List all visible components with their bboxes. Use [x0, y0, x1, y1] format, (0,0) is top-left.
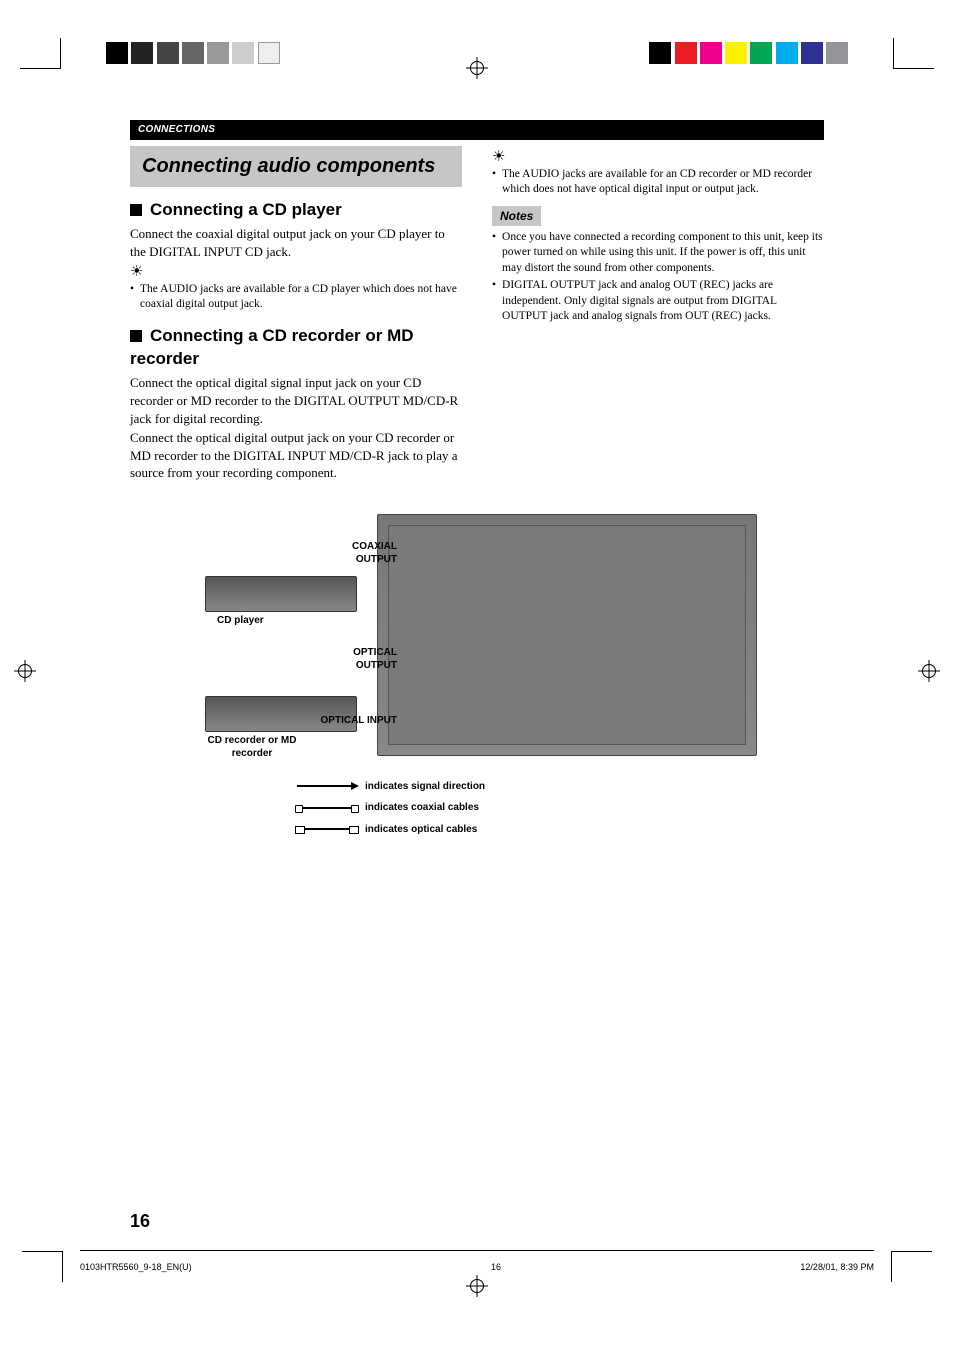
chip-yellow [725, 42, 747, 64]
crop-mark-bottom-left [22, 1251, 63, 1282]
label-coaxial-output: COAXIAL OUTPUT [317, 540, 397, 567]
tip-text: The AUDIO jacks are available for an CD … [502, 167, 824, 198]
color-chips [649, 42, 848, 69]
legend-coax-icon [297, 807, 357, 809]
tip-bullet-cd-player: •The AUDIO jacks are available for a CD … [130, 282, 462, 313]
cal-left-group [0, 42, 280, 69]
heading-text: Connecting a CD recorder or MD recorder [130, 326, 414, 368]
chip-k60 [182, 42, 204, 64]
square-bullet-icon [130, 204, 142, 216]
chip-magenta [700, 42, 722, 64]
bullet-dot-icon: • [492, 167, 496, 198]
label-optical-output: OPTICAL OUTPUT [317, 646, 397, 673]
bullet-dot-icon: • [492, 230, 496, 277]
square-bullet-icon [130, 330, 142, 342]
heading-cd-recorder: Connecting a CD recorder or MD recorder [130, 325, 462, 371]
chip-red [675, 42, 697, 64]
device-cd-player [205, 576, 357, 612]
registration-mark-top [466, 57, 488, 79]
right-column: ☀ •The AUDIO jacks are available for an … [492, 146, 824, 484]
chip-blue [801, 42, 823, 64]
two-column-layout: Connecting audio components Connecting a… [130, 146, 824, 484]
grayscale-chips [106, 42, 280, 69]
label-cd-player: CD player [217, 614, 264, 628]
body-cd-recorder-2: Connect the optical digital output jack … [130, 429, 462, 482]
body-cd-player: Connect the coaxial digital output jack … [130, 225, 462, 260]
chip-black [649, 42, 671, 64]
footer-text-row: 0103HTR5560_9-18_EN(U) 16 12/28/01, 8:39… [80, 1261, 874, 1273]
bullet-dot-icon: • [492, 278, 496, 325]
footer-timestamp: 12/28/01, 8:39 PM [800, 1261, 874, 1273]
legend-signal-icon [297, 785, 357, 787]
tip-icon: ☀ [130, 265, 462, 280]
note-item-1: •Once you have connected a recording com… [492, 230, 824, 277]
legend-optical-icon [297, 828, 357, 830]
tip-bullet-recorder: •The AUDIO jacks are available for an CD… [492, 167, 824, 198]
page: CONNECTIONS Connecting audio components … [0, 0, 954, 1351]
note-text: DIGITAL OUTPUT jack and analog OUT (REC)… [502, 278, 824, 325]
chip-k100 [106, 42, 128, 64]
page-number: 16 [130, 1209, 150, 1233]
figure-box: COAXIAL OUTPUT CD player OPTICAL OUTPUT … [197, 514, 757, 845]
section-header-bar: CONNECTIONS [130, 120, 824, 140]
legend-coax-text: indicates coaxial cables [365, 801, 479, 815]
tip-icon: ☀ [492, 150, 824, 165]
bullet-dot-icon: • [130, 282, 134, 313]
legend-row-optical: indicates optical cables [297, 823, 757, 837]
cal-right-group [649, 42, 954, 69]
legend-row-signal: indicates signal direction [297, 780, 757, 794]
registration-mark-bottom [466, 1275, 488, 1297]
chip-k75 [157, 42, 179, 64]
registration-mark-right [918, 660, 940, 682]
legend-signal-text: indicates signal direction [365, 780, 485, 794]
content-area: CONNECTIONS Connecting audio components … [130, 120, 824, 844]
legend-optical-text: indicates optical cables [365, 823, 477, 837]
label-optical-input: OPTICAL INPUT [317, 714, 397, 728]
chip-gray [826, 42, 848, 64]
wiring-figure: COAXIAL OUTPUT CD player OPTICAL OUTPUT … [130, 514, 824, 845]
chip-k5 [258, 42, 280, 64]
chip-green [750, 42, 772, 64]
chip-k40 [207, 42, 229, 64]
notes-label: Notes [492, 206, 541, 226]
left-column: Connecting audio components Connecting a… [130, 146, 462, 484]
receiver-rear-panel [377, 514, 757, 756]
heading-cd-player: Connecting a CD player [130, 199, 462, 222]
crop-mark-top-left [20, 38, 61, 69]
heading-text: Connecting a CD player [150, 200, 342, 219]
footer-file: 0103HTR5560_9-18_EN(U) [80, 1261, 192, 1273]
footer-page: 16 [491, 1261, 501, 1273]
body-cd-recorder-1: Connect the optical digital signal input… [130, 374, 462, 427]
crop-mark-top-right [893, 38, 934, 69]
page-title: Connecting audio components [130, 146, 462, 187]
crop-mark-bottom-right [891, 1251, 932, 1282]
chip-k90 [131, 42, 153, 64]
note-text: Once you have connected a recording comp… [502, 230, 824, 277]
tip-text: The AUDIO jacks are available for a CD p… [140, 282, 462, 313]
registration-mark-left [14, 660, 36, 682]
print-calibration-row [0, 42, 954, 72]
footer: 0103HTR5560_9-18_EN(U) 16 12/28/01, 8:39… [80, 1250, 874, 1291]
chip-k20 [232, 42, 254, 64]
label-cd-recorder: CD recorder or MD recorder [197, 734, 307, 761]
note-item-2: •DIGITAL OUTPUT jack and analog OUT (REC… [492, 278, 824, 325]
figure-legend: indicates signal direction indicates coa… [297, 780, 757, 837]
legend-row-coax: indicates coaxial cables [297, 801, 757, 815]
chip-cyan [776, 42, 798, 64]
